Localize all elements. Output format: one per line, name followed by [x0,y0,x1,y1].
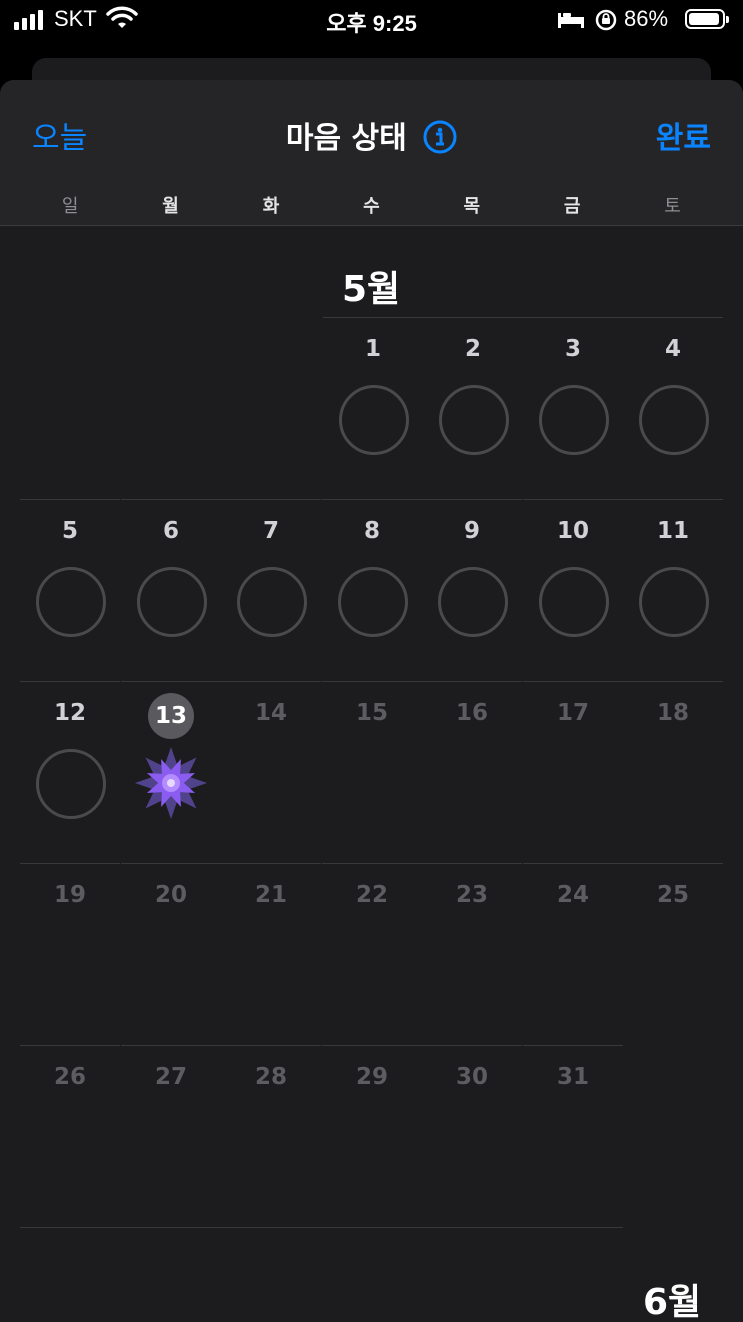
day-cell[interactable]: 8 [322,499,422,682]
sheet-header: 오늘 마음 상태 완료 일 월 화 수 목 금 토 [0,80,743,226]
day-cell[interactable]: 6 [121,499,221,682]
day-cell[interactable]: 12 [20,681,120,864]
weekday-fri: 금 [563,196,581,217]
weekday-row: 일 월 화 수 목 금 토 [20,192,723,218]
day-number: 11 [656,518,689,544]
weekday-mon: 월 [162,196,179,217]
day-cell[interactable]: 9 [422,499,522,682]
empty-mood-ring [539,567,609,637]
day-cell[interactable]: 28 [221,1045,321,1228]
weekday-thu: 목 [463,196,481,217]
day-cell[interactable]: 14 [221,681,321,864]
day-cell[interactable]: 15 [322,681,422,864]
empty-mood-ring [137,567,207,637]
page-title: 마음 상태 [285,121,407,156]
day-cell[interactable]: 10 [523,499,623,682]
day-cell[interactable]: 3 [523,317,623,500]
day-cell[interactable]: 18 [623,681,723,864]
day-number: 15 [355,700,388,726]
day-cell[interactable]: 21 [221,863,321,1046]
day-cell[interactable]: 16 [422,681,522,864]
day-cell[interactable]: 7 [221,499,321,682]
day-number: 30 [455,1064,488,1090]
grid-divider [20,1227,623,1228]
day-cell[interactable]: 5 [20,499,120,682]
today-day-number: 13 [148,693,194,739]
day-cell[interactable]: 31 [523,1045,623,1228]
empty-mood-ring [36,749,106,819]
day-number: 2 [464,336,481,362]
mood-flower-icon [135,747,207,819]
day-cell[interactable]: 25 [623,863,723,1046]
battery-icon [685,9,729,29]
mood-calendar-sheet: 오늘 마음 상태 완료 일 월 화 수 목 금 토 5월 1 2 3 4 5 6… [0,80,743,1322]
day-cell-today[interactable]: 13 [121,681,221,864]
page-title-group: 마음 상태 [0,113,743,157]
day-cell[interactable]: 4 [623,317,723,500]
empty-mood-ring [539,385,609,455]
day-number: 20 [154,882,187,908]
weekday-sun: 일 [61,196,79,217]
day-number: 6 [162,518,179,544]
weekday-wed: 수 [363,196,380,217]
day-number: 27 [154,1064,187,1090]
day-number: 16 [455,700,488,726]
day-number: 18 [656,700,689,726]
day-number: 10 [556,518,589,544]
day-number: 24 [556,882,589,908]
orientation-lock-icon [595,9,617,31]
battery-percent: 86% [624,6,669,31]
day-cell[interactable]: 17 [523,681,623,864]
day-number: 4 [664,336,681,362]
day-number: 29 [355,1064,388,1090]
day-cell[interactable]: 30 [422,1045,522,1228]
status-bar: SKT 오후 9:25 86% [0,0,743,42]
day-cell[interactable]: 26 [20,1045,120,1228]
day-cell[interactable]: 19 [20,863,120,1046]
month-label-june: 6월 [643,1282,702,1322]
day-number: 12 [53,700,86,726]
day-number: 22 [355,882,388,908]
day-number: 21 [254,882,287,908]
day-number: 23 [455,882,488,908]
day-number: 25 [656,882,689,908]
weekday-tue: 화 [262,196,280,217]
sleep-focus-icon [558,13,584,28]
day-number: 5 [61,518,78,544]
weekday-sat: 토 [664,196,681,217]
day-number: 9 [463,518,480,544]
done-button[interactable]: 완료 [656,113,711,157]
day-number: 28 [254,1064,287,1090]
day-cell[interactable]: 22 [322,863,422,1046]
day-cell[interactable]: 24 [523,863,623,1046]
day-cell[interactable]: 20 [121,863,221,1046]
empty-mood-ring [439,385,509,455]
day-cell[interactable]: 1 [323,317,423,500]
empty-mood-ring [36,567,106,637]
info-icon[interactable] [423,120,457,154]
day-number: 26 [53,1064,86,1090]
empty-mood-ring [237,567,307,637]
day-number: 14 [254,700,287,726]
day-number: 8 [363,518,380,544]
day-cell[interactable]: 29 [322,1045,422,1228]
day-number: 3 [564,336,581,362]
day-number: 31 [556,1064,589,1090]
month-label-may: 5월 [342,269,401,310]
day-cell[interactable]: 23 [422,863,522,1046]
day-cell[interactable]: 27 [121,1045,221,1228]
day-cell[interactable]: 11 [623,499,723,682]
day-number: 7 [262,518,279,544]
day-number: 1 [364,336,381,362]
day-number: 17 [556,700,589,726]
empty-mood-ring [639,385,709,455]
empty-mood-ring [339,385,409,455]
empty-mood-ring [338,567,408,637]
day-number: 19 [53,882,86,908]
day-cell[interactable]: 2 [423,317,523,500]
empty-mood-ring [639,567,709,637]
empty-mood-ring [438,567,508,637]
